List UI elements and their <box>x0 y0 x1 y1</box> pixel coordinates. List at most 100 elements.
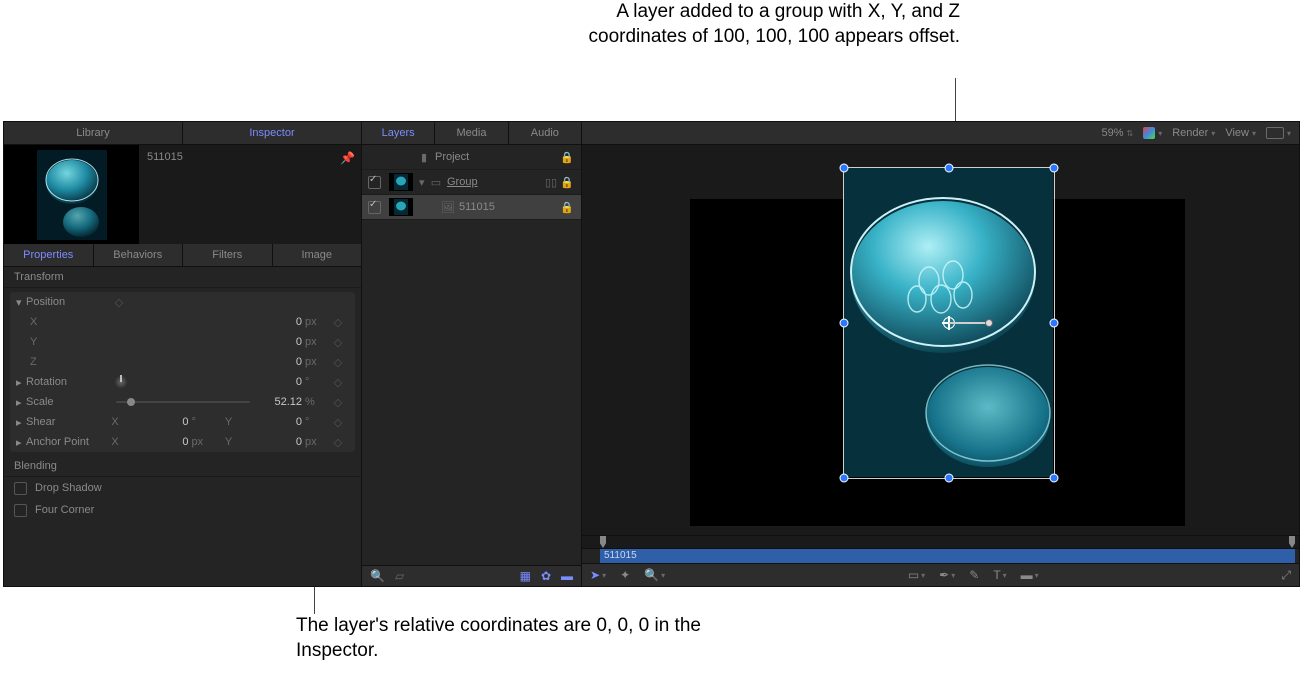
layer-name-project[interactable]: Project <box>435 151 559 163</box>
3d-transform-tool[interactable]: ✦ <box>620 568 630 582</box>
visibility-checkbox[interactable] <box>368 201 381 214</box>
text-icon: T <box>993 568 1000 582</box>
out-point-marker[interactable] <box>1289 536 1295 548</box>
mini-timeline-track[interactable]: 511015 <box>582 548 1299 563</box>
resize-handle-w[interactable] <box>840 319 849 328</box>
text-tool[interactable]: T▾ <box>993 568 1006 582</box>
subtab-filters[interactable]: Filters <box>183 244 273 266</box>
mask-icon: ▬ <box>1021 568 1033 582</box>
unit-px: px <box>302 316 327 328</box>
in-point-marker[interactable] <box>600 536 606 548</box>
disclosure-right-icon[interactable]: ▸ <box>16 376 26 389</box>
resize-handle-n[interactable] <box>945 164 954 173</box>
layers-panel: Layers Media Audio ▮ Project 🔒 ▾ ▭ Group… <box>362 122 582 586</box>
label-y: Y <box>222 416 236 428</box>
view-tool[interactable]: 🔍▾ <box>644 568 665 582</box>
paint-tool[interactable]: ✎ <box>969 568 979 582</box>
filter-grid-icon[interactable]: ▦ <box>520 569 531 583</box>
layer-name-group[interactable]: Group <box>447 176 543 188</box>
search-icon[interactable]: 🔍 <box>370 569 385 583</box>
subtab-behaviors[interactable]: Behaviors <box>94 244 184 266</box>
value-pos-x[interactable]: 0 <box>258 316 302 328</box>
fullscreen-icon[interactable]: ⤢ <box>1281 568 1291 583</box>
rotation-dial[interactable] <box>114 375 128 389</box>
keyframe-icon[interactable]: ◇ <box>327 376 349 389</box>
layer-name-asset[interactable]: 511015 <box>459 201 559 213</box>
filter-gear-icon[interactable]: ✿ <box>541 569 551 583</box>
canvas-viewport[interactable] <box>582 145 1299 535</box>
value-pos-z[interactable]: 0 <box>258 356 302 368</box>
keyframe-icon[interactable]: ◇ <box>327 356 349 369</box>
visibility-checkbox[interactable] <box>368 176 381 189</box>
frame-icon[interactable]: ▱ <box>395 569 404 583</box>
view-dropdown[interactable]: View ▾ <box>1225 127 1256 139</box>
disclosure-down-icon[interactable]: ▾ <box>16 296 26 309</box>
lock-icon[interactable]: 🔒 <box>559 201 575 214</box>
value-pos-y[interactable]: 0 <box>258 336 302 348</box>
lock-icon[interactable]: 🔒 <box>559 176 575 189</box>
row-drop-shadow[interactable]: Drop Shadow <box>4 477 361 499</box>
value-anchor-x[interactable]: 0 <box>163 436 189 448</box>
layer-row-project[interactable]: ▮ Project 🔒 <box>362 145 581 170</box>
value-shear-y[interactable]: 0 <box>276 416 302 428</box>
disclosure-right-icon[interactable]: ▸ <box>16 436 26 449</box>
magnifier-icon: 🔍 <box>644 568 659 582</box>
row-four-corner[interactable]: Four Corner <box>4 499 361 521</box>
tab-audio[interactable]: Audio <box>509 122 581 144</box>
keyframe-icon[interactable]: ◇ <box>327 416 349 429</box>
keyframe-icon[interactable]: ◇ <box>327 396 349 409</box>
selection-bounding-box[interactable] <box>843 167 1055 479</box>
passthrough-icon[interactable]: ▯▯ <box>543 176 559 189</box>
resize-handle-s[interactable] <box>945 474 954 483</box>
value-scale[interactable]: 52.12 <box>258 396 302 408</box>
render-dropdown[interactable]: Render ▾ <box>1172 127 1215 139</box>
tab-library[interactable]: Library <box>4 122 183 144</box>
keyframe-icon[interactable]: ◇ <box>327 316 349 329</box>
disclosure-right-icon[interactable]: ▸ <box>16 416 26 429</box>
keyframe-icon[interactable]: ◇ <box>327 336 349 349</box>
scale-slider[interactable] <box>116 401 250 403</box>
checkbox-four-corner[interactable] <box>14 504 27 517</box>
mini-timeline-ruler[interactable] <box>582 535 1299 548</box>
layer-row-group[interactable]: ▾ ▭ Group ▯▯ 🔒 <box>362 170 581 195</box>
label-rotation: Rotation <box>26 376 108 388</box>
subtab-image[interactable]: Image <box>273 244 362 266</box>
preview-info: 511015 📌 <box>139 145 361 244</box>
label-four-corner: Four Corner <box>35 504 94 516</box>
disclosure-down-icon[interactable]: ▾ <box>419 176 429 189</box>
row-position[interactable]: ▾ Position ◇ <box>10 292 355 312</box>
rotation-lever-handle[interactable] <box>985 319 993 327</box>
resize-handle-nw[interactable] <box>840 164 849 173</box>
tab-media[interactable]: Media <box>435 122 508 144</box>
resize-handle-se[interactable] <box>1050 474 1059 483</box>
pen-tool[interactable]: ✒▾ <box>939 568 955 582</box>
checkbox-drop-shadow[interactable] <box>14 482 27 495</box>
resize-handle-ne[interactable] <box>1050 164 1059 173</box>
pin-icon[interactable]: 📌 <box>340 151 355 165</box>
tab-layers[interactable]: Layers <box>362 122 435 144</box>
zoom-dropdown[interactable]: 59% ⇅ <box>1101 127 1133 139</box>
tab-inspector[interactable]: Inspector <box>183 122 361 144</box>
shape-tool[interactable]: ▭▾ <box>908 568 925 582</box>
subtab-properties[interactable]: Properties <box>4 244 94 266</box>
resize-handle-sw[interactable] <box>840 474 849 483</box>
keyframe-icon[interactable]: ◇ <box>327 436 349 449</box>
disclosure-right-icon[interactable]: ▸ <box>16 396 26 409</box>
color-channels-dropdown[interactable]: ▾ <box>1143 127 1162 139</box>
viewer-layout-dropdown[interactable]: ▾ <box>1266 127 1291 139</box>
rotation-lever[interactable] <box>949 322 989 324</box>
timeline-clip[interactable]: 511015 <box>600 549 1295 563</box>
label-z: Z <box>16 356 108 368</box>
select-tool[interactable]: ➤▾ <box>590 568 606 582</box>
value-rotation[interactable]: 0 <box>258 376 302 388</box>
layer-row-asset[interactable]: 🖼 511015 🔒 <box>362 195 581 220</box>
layer-thumb-group <box>389 173 413 191</box>
label-x: X <box>108 436 122 448</box>
resize-handle-e[interactable] <box>1050 319 1059 328</box>
value-shear-x[interactable]: 0 <box>163 416 189 428</box>
mask-tool[interactable]: ▬▾ <box>1021 568 1039 582</box>
filter-mask-icon[interactable]: ▬ <box>561 569 573 583</box>
value-anchor-y[interactable]: 0 <box>276 436 302 448</box>
keyframe-icon[interactable]: ◇ <box>108 296 130 309</box>
lock-icon[interactable]: 🔒 <box>559 151 575 164</box>
